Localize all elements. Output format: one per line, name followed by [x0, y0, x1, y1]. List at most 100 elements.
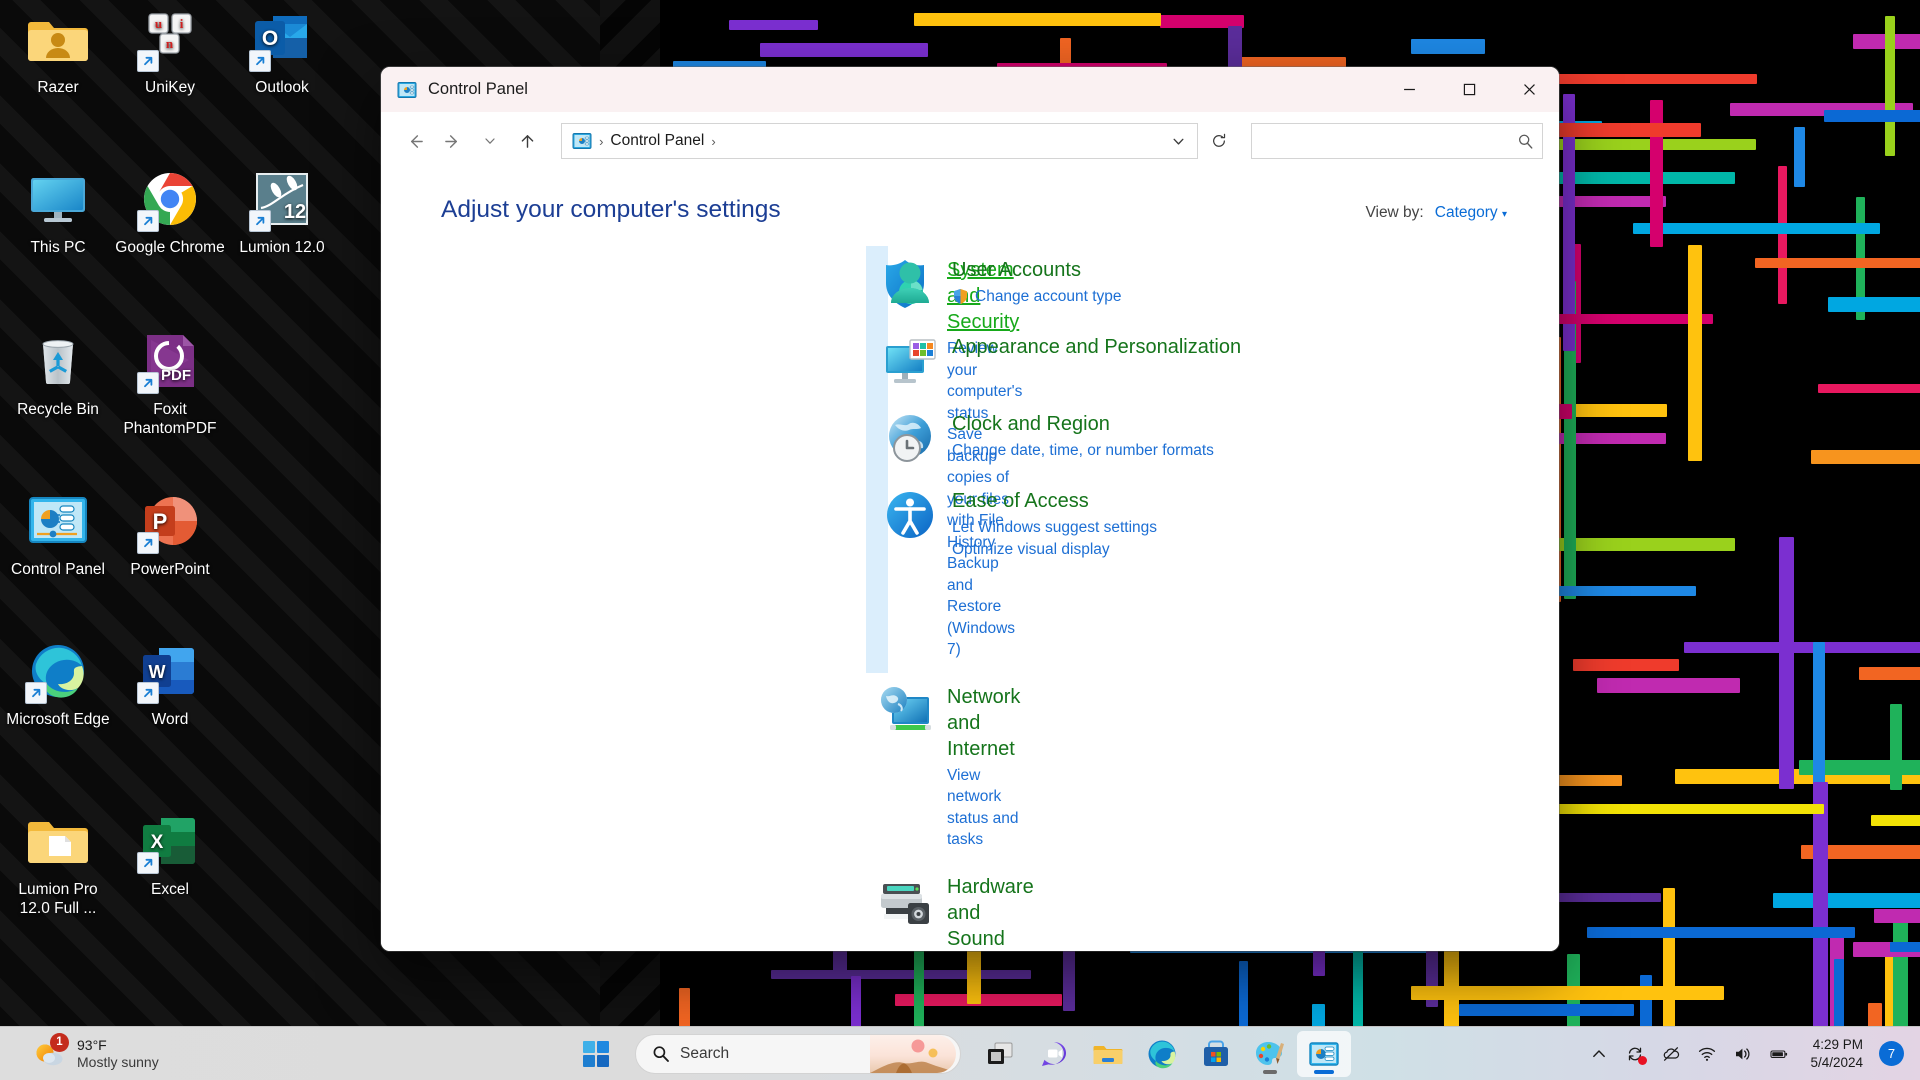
up-button[interactable]	[509, 124, 546, 158]
this-pc-icon	[27, 168, 89, 230]
onedrive-offline-icon[interactable]	[1654, 1034, 1688, 1074]
address-dropdown-chevron-down-icon[interactable]	[1163, 125, 1193, 157]
category-appearance-and-personalization[interactable]: Appearance and Personalization	[871, 323, 1519, 400]
user-account-icon	[883, 257, 937, 311]
control-panel-window[interactable]: Control Panel › Control Panel › Adjust y…	[381, 67, 1559, 951]
breadcrumb-control-panel[interactable]: Control Panel	[610, 132, 704, 150]
desktop-icon-microsoft-edge[interactable]: Microsoft Edge	[2, 640, 114, 729]
desktop-icon-label: Google Chrome	[115, 239, 225, 256]
recent-locations-chevron-down-icon[interactable]	[472, 124, 509, 158]
category-link[interactable]: Optimize visual display	[952, 539, 1157, 561]
desktop-icon-unikey[interactable]: u i n UniKey	[114, 8, 226, 97]
desktop-icon-razer[interactable]: Razer	[2, 8, 114, 97]
clock[interactable]: 4:29 PM 5/4/2024	[1798, 1033, 1873, 1075]
taskbar-edge-button[interactable]	[1135, 1031, 1189, 1077]
taskbar-task-view-button[interactable]	[973, 1031, 1027, 1077]
category-title-link[interactable]: User Accounts	[952, 257, 1081, 283]
forward-button[interactable]	[434, 124, 471, 158]
category-title-link[interactable]: Clock and Region	[952, 411, 1110, 437]
taskbar-paint-button[interactable]	[1243, 1031, 1297, 1077]
desktop-icon-label: Outlook	[255, 79, 309, 96]
desktop-icon-powerpoint[interactable]: P PowerPoint	[114, 490, 226, 579]
category-links: Change date, time, or number formats	[952, 440, 1214, 462]
running-indicator	[1263, 1070, 1277, 1074]
content-header: Adjust your computer's settings View by:…	[381, 170, 1559, 224]
windows-logo-icon	[580, 1038, 612, 1070]
close-button[interactable]	[1499, 67, 1559, 112]
desktop-icon-label: PowerPoint	[130, 561, 210, 578]
lumion-icon: 12	[249, 168, 313, 232]
taskbar-center: Search	[569, 1027, 1351, 1080]
edge-icon	[25, 640, 89, 704]
breadcrumb-separator-end[interactable]: ›	[711, 134, 715, 149]
taskbar-search-placeholder: Search	[680, 1044, 730, 1062]
desktop-icon-control-panel[interactable]: Control Panel	[2, 490, 114, 579]
volume-icon[interactable]	[1726, 1034, 1760, 1074]
clock-globe-icon	[883, 411, 937, 465]
taskbar-chat-button[interactable]	[1027, 1031, 1081, 1077]
word-icon: W	[137, 640, 201, 704]
running-indicator	[1314, 1070, 1334, 1074]
back-button[interactable]	[397, 124, 434, 158]
category-title-link[interactable]: Appearance and Personalization	[952, 334, 1241, 360]
start-button[interactable]	[569, 1031, 623, 1077]
desktop-icon-recycle-bin[interactable]: Recycle Bin	[2, 330, 114, 419]
maximize-button[interactable]	[1439, 67, 1499, 112]
desktop-icon-word[interactable]: W Word	[114, 640, 226, 729]
desktop-icon-this-pc[interactable]: This PC	[2, 168, 114, 257]
svg-text:u: u	[155, 16, 162, 31]
category-body: User Accounts Change account type	[952, 255, 1122, 311]
desktop-icon-lumion-pro-12-0-full[interactable]: Lumion Pro 12.0 Full ...	[2, 810, 114, 918]
taskbar-control-panel-button[interactable]	[1297, 1030, 1351, 1077]
sync-icon[interactable]	[1618, 1034, 1652, 1074]
shortcut-arrow-icon	[137, 50, 159, 72]
shortcut-arrow-icon	[249, 50, 271, 72]
file-explorer-icon	[1092, 1038, 1124, 1070]
view-by-value[interactable]: Category	[1435, 204, 1498, 221]
desktop-icon-foxit-phantompdf[interactable]: PDF Foxit PhantomPDF	[114, 330, 226, 438]
chevron-down-icon[interactable]: ▾	[1502, 209, 1507, 220]
notification-badge[interactable]: 7	[1879, 1041, 1904, 1066]
view-by-dropdown[interactable]: Category ▾	[1435, 204, 1507, 222]
taskbar-microsoft-store-button[interactable]	[1189, 1031, 1243, 1077]
category-link[interactable]: Let Windows suggest settings	[952, 517, 1157, 539]
desktop-icon-lumion-12-0[interactable]: 12 Lumion 12.0	[226, 168, 338, 257]
svg-text:n: n	[166, 36, 174, 51]
control-panel-content: Adjust your computer's settings View by:…	[381, 170, 1559, 951]
taskbar-search-box[interactable]: Search	[635, 1033, 961, 1074]
svg-text:12: 12	[284, 201, 306, 223]
wifi-icon[interactable]	[1690, 1034, 1724, 1074]
desktop-icon-outlook[interactable]: O Outlook	[226, 8, 338, 97]
right-category-column: User Accounts Change account type Appear…	[866, 246, 1519, 951]
desktop[interactable]: Razer u i n UniKey O Outlook This PC Goo…	[0, 0, 1920, 1080]
taskbar-file-explorer-button[interactable]	[1081, 1031, 1135, 1077]
refresh-button[interactable]	[1202, 124, 1235, 158]
category-link[interactable]: Change date, time, or number formats	[952, 440, 1214, 462]
category-user-accounts[interactable]: User Accounts Change account type	[871, 246, 1519, 323]
desktop-icon-label: Lumion 12.0	[239, 239, 325, 256]
category-title-link[interactable]: Ease of Access	[952, 488, 1089, 514]
weather-widget[interactable]: 1 93°F Mostly sunny	[22, 1032, 169, 1076]
desktop-icon-label: Excel	[151, 881, 189, 898]
minimize-button[interactable]	[1379, 67, 1439, 112]
foxit-pdf-icon: PDF	[137, 330, 201, 394]
window-titlebar[interactable]: Control Panel	[381, 67, 1559, 112]
weather-text: 93°F Mostly sunny	[77, 1037, 159, 1071]
folder-icon	[27, 810, 89, 872]
category-clock-and-region[interactable]: Clock and Region Change date, time, or nu…	[871, 400, 1519, 477]
address-bar[interactable]: › Control Panel ›	[561, 123, 1199, 159]
control-panel-search-box[interactable]	[1251, 123, 1544, 159]
taskbar[interactable]: 1 93°F Mostly sunny Search 4:29 PM 5/4/2…	[0, 1026, 1920, 1080]
search-input[interactable]	[1262, 132, 1518, 150]
category-link-label: Optimize visual display	[952, 540, 1110, 558]
battery-icon[interactable]	[1762, 1034, 1796, 1074]
show-hidden-icons-chevron-up-icon[interactable]	[1582, 1034, 1616, 1074]
category-links: Let Windows suggest settings Optimize vis…	[952, 517, 1157, 560]
desktop-icon-excel[interactable]: X Excel	[114, 810, 226, 899]
category-body: Clock and Region Change date, time, or nu…	[952, 409, 1214, 465]
category-ease-of-access[interactable]: Ease of Access Let Windows suggest settin…	[871, 477, 1519, 572]
weather-condition: Mostly sunny	[77, 1053, 159, 1070]
chrome-icon	[137, 168, 201, 232]
desktop-icon-google-chrome[interactable]: Google Chrome	[114, 168, 226, 257]
category-link[interactable]: Change account type	[952, 286, 1122, 308]
